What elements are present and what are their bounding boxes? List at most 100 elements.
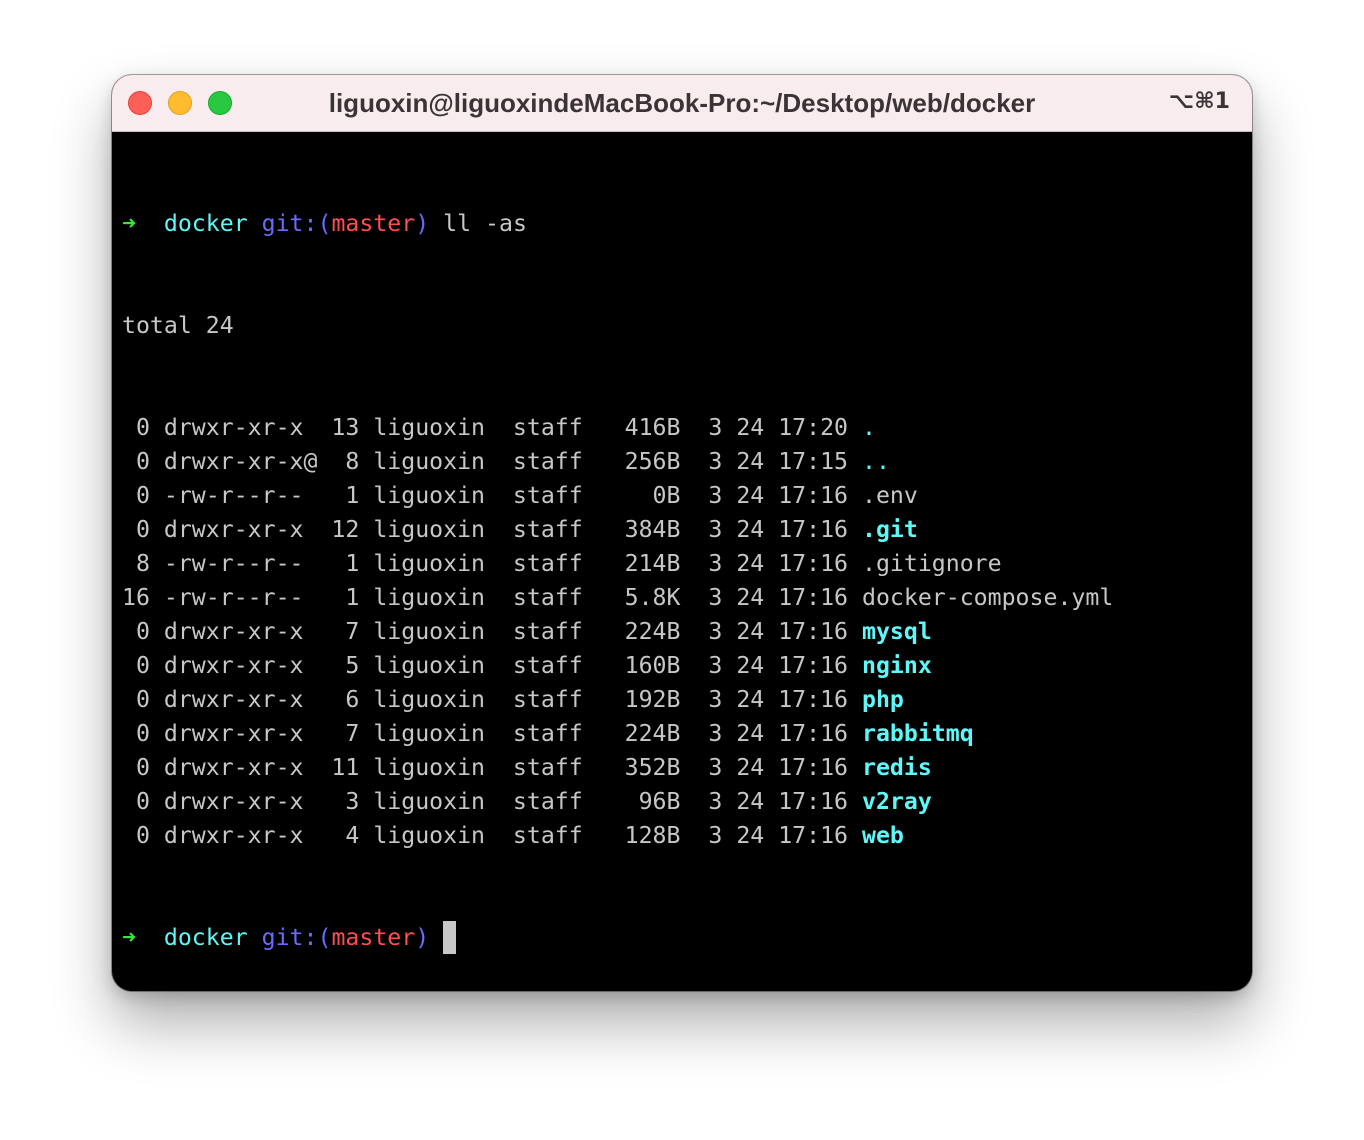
row-permissions: drwxr-xr-x [163, 720, 318, 747]
row-group: staff [512, 550, 583, 577]
row-links: 12 [331, 516, 360, 543]
row-filename: .git [862, 516, 918, 543]
terminal-window: liguoxin@liguoxindeMacBook-Pro:~/Desktop… [112, 75, 1252, 991]
row-permissions: drwxr-xr-x [163, 652, 318, 679]
row-filename: redis [862, 754, 932, 781]
row-owner: liguoxin [373, 550, 485, 577]
row-size: 384B [624, 516, 681, 543]
row-size: 5.8K [624, 584, 681, 611]
row-links: 1 [331, 584, 360, 611]
row-month: 3 [708, 754, 723, 781]
row-permissions: drwxr-xr-x [163, 686, 318, 713]
row-filename: rabbitmq [862, 720, 974, 747]
terminal-output[interactable]: ➜ docker git:(master) ll -as total 24 0 … [122, 139, 1242, 991]
row-filename: .. [862, 448, 890, 475]
row-size: 352B [624, 754, 681, 781]
row-size: 224B [624, 618, 681, 645]
row-blocks: 0 [122, 482, 150, 509]
row-links: 11 [331, 754, 360, 781]
row-time: 17:15 [778, 448, 849, 475]
row-time: 17:16 [778, 686, 849, 713]
row-month: 3 [708, 720, 723, 747]
row-month: 3 [708, 686, 723, 713]
row-day: 24 [736, 754, 765, 781]
row-blocks: 0 [122, 448, 150, 475]
prompt-arrow-icon: ➜ [122, 924, 136, 951]
title-bar[interactable]: liguoxin@liguoxindeMacBook-Pro:~/Desktop… [112, 75, 1252, 132]
prompt-git-close: ) [415, 924, 430, 951]
row-filename: docker-compose.yml [862, 584, 1114, 611]
row-blocks: 0 [122, 754, 150, 781]
row-owner: liguoxin [373, 448, 485, 475]
row-filename: v2ray [862, 788, 932, 815]
row-permissions: drwxr-xr-x [163, 414, 318, 441]
listing-row: 0 drwxr-xr-x 6 liguoxin staff 192B 3 24 … [122, 683, 1242, 717]
row-day: 24 [736, 550, 765, 577]
row-links: 7 [331, 720, 360, 747]
row-blocks: 0 [122, 414, 150, 441]
row-month: 3 [708, 618, 723, 645]
row-blocks: 0 [122, 516, 150, 543]
row-group: staff [512, 822, 583, 849]
row-links: 8 [331, 448, 360, 475]
row-blocks: 0 [122, 686, 150, 713]
row-owner: liguoxin [373, 652, 485, 679]
row-time: 17:20 [778, 414, 849, 441]
row-filename: . [862, 414, 876, 441]
row-group: staff [512, 686, 583, 713]
row-month: 3 [708, 584, 723, 611]
row-month: 3 [708, 482, 723, 509]
row-time: 17:16 [778, 788, 849, 815]
prompt-arrow-icon: ➜ [122, 210, 136, 237]
row-permissions: drwxr-xr-x@ [163, 448, 318, 475]
row-owner: liguoxin [373, 584, 485, 611]
row-blocks: 0 [122, 652, 150, 679]
row-owner: liguoxin [373, 516, 485, 543]
row-blocks: 16 [122, 584, 150, 611]
row-permissions: drwxr-xr-x [163, 516, 318, 543]
row-month: 3 [708, 516, 723, 543]
row-filename: web [862, 822, 904, 849]
row-size: 224B [624, 720, 681, 747]
row-day: 24 [736, 652, 765, 679]
prompt-directory: docker [163, 210, 248, 237]
row-links: 13 [331, 414, 360, 441]
row-month: 3 [708, 550, 723, 577]
row-time: 17:16 [778, 516, 849, 543]
prompt-branch: master [331, 210, 416, 237]
row-links: 3 [331, 788, 360, 815]
row-permissions: -rw-r--r-- [163, 482, 318, 509]
row-size: 192B [624, 686, 681, 713]
listing-row: 8 -rw-r--r-- 1 liguoxin staff 214B 3 24 … [122, 547, 1242, 581]
row-day: 24 [736, 788, 765, 815]
row-day: 24 [736, 822, 765, 849]
row-month: 3 [708, 652, 723, 679]
window-title: liguoxin@liguoxindeMacBook-Pro:~/Desktop… [328, 88, 1036, 118]
row-group: staff [512, 482, 583, 509]
prompt-command: ll -as [443, 210, 527, 237]
window-shortcut: ⌥⌘1 [1168, 89, 1230, 114]
row-blocks: 0 [122, 618, 150, 645]
row-filename: .gitignore [862, 550, 1002, 577]
listing-row: 0 drwxr-xr-x 12 liguoxin staff 384B 3 24… [122, 513, 1242, 547]
final-prompt-line[interactable]: ➜ docker git:(master) [122, 921, 1242, 955]
directory-listing: 0 drwxr-xr-x 13 liguoxin staff 416B 3 24… [122, 411, 1242, 853]
row-time: 17:16 [778, 652, 849, 679]
row-owner: liguoxin [373, 720, 485, 747]
row-owner: liguoxin [373, 414, 485, 441]
row-group: staff [512, 618, 583, 645]
row-size: 416B [624, 414, 681, 441]
row-filename: php [862, 686, 904, 713]
row-links: 7 [331, 618, 360, 645]
row-links: 6 [331, 686, 360, 713]
listing-row: 0 drwxr-xr-x@ 8 liguoxin staff 256B 3 24… [122, 445, 1242, 479]
row-time: 17:16 [778, 584, 849, 611]
prompt-line: ➜ docker git:(master) ll -as [122, 207, 1242, 241]
row-day: 24 [736, 720, 765, 747]
row-permissions: -rw-r--r-- [163, 584, 318, 611]
row-size: 96B [624, 788, 681, 815]
row-group: staff [512, 652, 583, 679]
text-cursor [443, 921, 457, 954]
row-permissions: drwxr-xr-x [163, 618, 318, 645]
row-group: staff [512, 788, 583, 815]
